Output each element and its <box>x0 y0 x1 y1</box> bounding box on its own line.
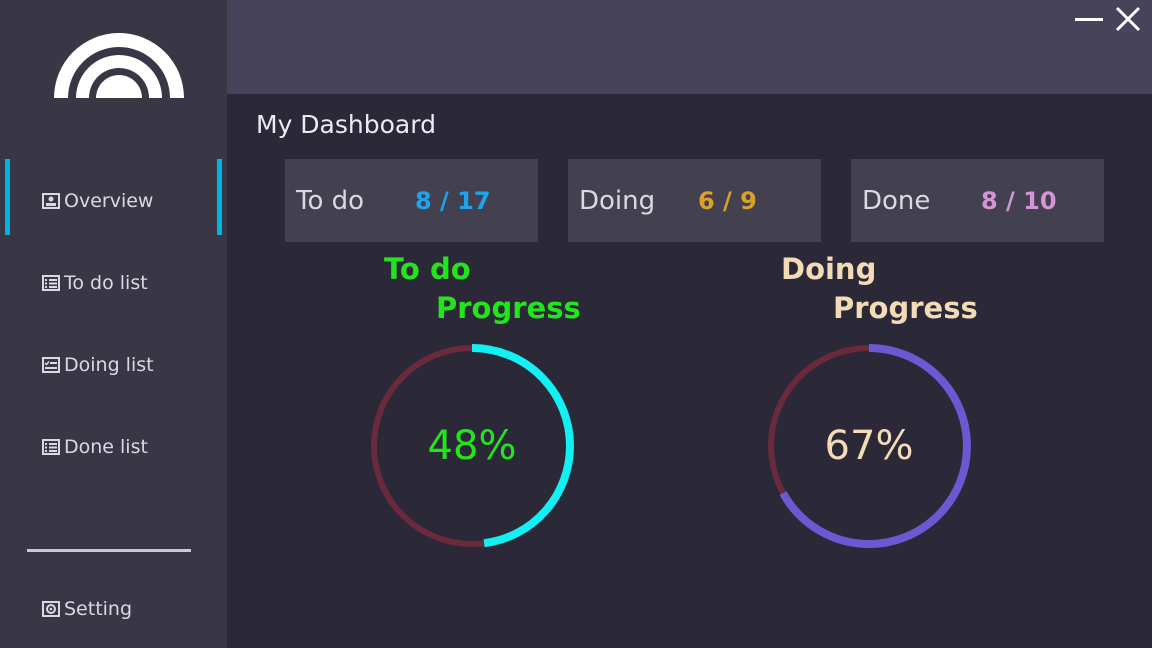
todo-progress-ring: 48% <box>367 341 577 551</box>
stat-card-done: Done 8 / 10 <box>851 159 1104 242</box>
stat-card-label: Done <box>862 185 931 216</box>
sidebar: Overview To do list Doing list Done list <box>0 0 227 648</box>
progress-percent: 48% <box>427 423 517 469</box>
progress-title-line1: Doing <box>781 252 877 286</box>
sidebar-item-setting[interactable]: Setting <box>42 594 132 624</box>
list-done-icon <box>42 439 60 455</box>
header-bar <box>227 0 1152 94</box>
user-card-icon <box>42 193 60 209</box>
minimize-icon[interactable] <box>1075 10 1103 30</box>
sidebar-item-doing-list[interactable]: Doing list <box>42 350 154 380</box>
progress-title-line2: Progress <box>436 291 581 325</box>
sidebar-item-done-list[interactable]: Done list <box>42 432 148 462</box>
sidebar-item-label: Overview <box>64 190 154 212</box>
stat-card-label: Doing <box>579 185 656 216</box>
progress-title-line2: Progress <box>833 291 978 325</box>
stat-card-count: 8 / 17 <box>415 186 491 215</box>
page-title: My Dashboard <box>256 110 436 139</box>
sidebar-item-label: Doing list <box>64 354 154 376</box>
sidebar-divider <box>27 549 191 552</box>
app-logo-icon <box>54 33 184 98</box>
sidebar-item-label: Setting <box>64 598 133 620</box>
active-indicator <box>5 159 10 235</box>
active-indicator-right <box>217 159 222 235</box>
list-icon <box>42 275 60 291</box>
stat-card-todo: To do 8 / 17 <box>285 159 538 242</box>
stat-card-doing: Doing 6 / 9 <box>568 159 821 242</box>
sidebar-item-overview[interactable]: Overview <box>42 186 153 216</box>
stat-card-count: 6 / 9 <box>698 186 757 215</box>
sidebar-item-todo-list[interactable]: To do list <box>42 268 148 298</box>
close-icon[interactable] <box>1115 6 1141 32</box>
stat-card-count: 8 / 10 <box>981 186 1057 215</box>
progress-percent: 67% <box>824 423 914 469</box>
sidebar-item-label: Done list <box>64 436 148 458</box>
todo-progress-title: To do Progress <box>384 250 581 328</box>
checklist-icon <box>42 357 60 373</box>
progress-title-line1: To do <box>384 252 471 286</box>
sidebar-item-label: To do list <box>64 272 148 294</box>
doing-progress-title: Doing Progress <box>781 250 978 328</box>
stat-card-label: To do <box>296 185 365 216</box>
gear-icon <box>42 601 60 617</box>
doing-progress-ring: 67% <box>764 341 974 551</box>
